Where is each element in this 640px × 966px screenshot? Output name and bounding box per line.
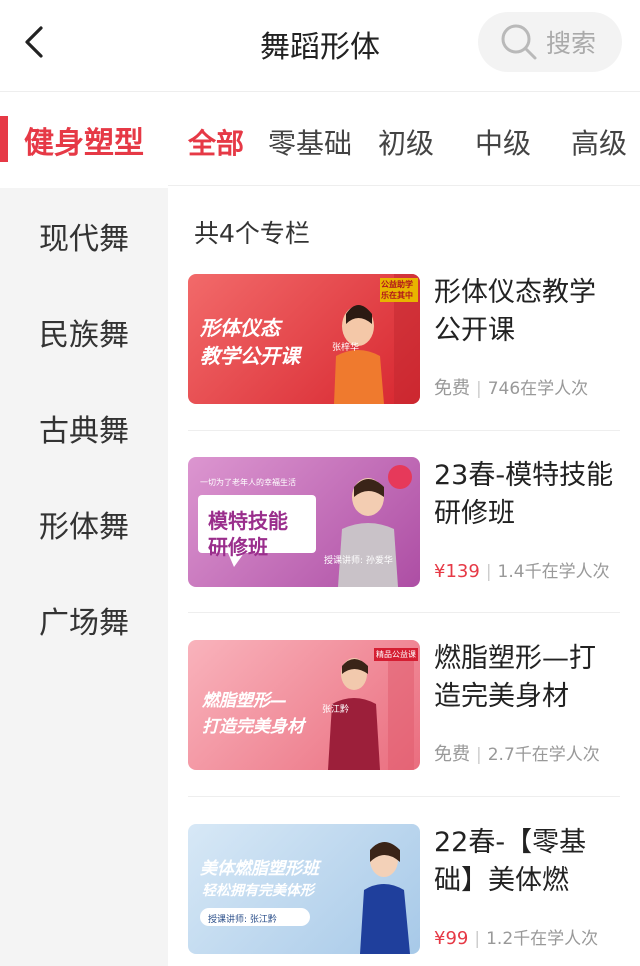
divider <box>188 796 620 797</box>
tab-advanced[interactable]: 高级 <box>571 122 627 162</box>
search-label: 搜索 <box>546 29 597 58</box>
thumbnail-title-1: 模特技能 <box>208 509 288 533</box>
sidebar-item-body[interactable]: 形体舞 <box>0 476 168 572</box>
sidebar-item-label: 健身塑型 <box>24 126 144 161</box>
category-sidebar: 健身塑型 现代舞 民族舞 古典舞 形体舞 广场舞 <box>0 92 168 966</box>
course-price: 免费 <box>434 378 470 399</box>
course-meta: 免费 | 2.7千在学人次 <box>434 744 600 765</box>
course-meta: ¥139 | 1.4千在学人次 <box>434 561 610 582</box>
thumbnail-title-1: 燃脂塑形— <box>202 691 287 711</box>
thumbnail-title-2: 研修班 <box>208 535 268 559</box>
course-meta: 免费 | 746在学人次 <box>434 378 589 399</box>
header-bar: 舞蹈形体 搜索 <box>0 0 640 92</box>
sidebar-item-ethnic[interactable]: 民族舞 <box>0 284 168 380</box>
tab-beginner-zero[interactable]: 零基础 <box>268 122 352 162</box>
sidebar-item-label: 形体舞 <box>39 510 129 545</box>
teacher-name: 授课讲师: 孙爱华 <box>324 556 393 566</box>
course-thumbnail: 形体仪态 教学公开课 公益助学 乐在其中 张梓华 <box>188 274 420 404</box>
sidebar-item-label: 民族舞 <box>39 318 129 353</box>
course-thumbnail: 燃脂塑形— 打造完美身材 精品公益课 张江黔 <box>188 640 420 770</box>
course-title: 燃脂塑形—打造完美身材 <box>434 643 596 712</box>
course-learners: 1.2千在学人次 <box>486 929 599 949</box>
course-price: ¥99 <box>434 928 469 949</box>
sidebar-item-label: 古典舞 <box>39 414 129 449</box>
tab-elementary[interactable]: 初级 <box>378 122 434 162</box>
thumbnail-title-1: 形体仪态 <box>200 316 280 340</box>
badge: 公益助学 乐在其中 <box>380 278 418 302</box>
course-title: 23春-模特技能研修班 <box>434 460 614 529</box>
tab-all[interactable]: 全部 <box>188 122 244 162</box>
course-card[interactable]: 一切为了老年人的幸福生活 模特技能 研修班 授课讲师: 孙爱华 23春-模特技能… <box>188 457 620 617</box>
course-learners: 746在学人次 <box>487 379 589 399</box>
sidebar-item-square[interactable]: 广场舞 <box>0 572 168 668</box>
teacher-name: 张梓华 <box>332 343 360 353</box>
course-price: ¥139 <box>434 561 480 582</box>
sidebar-item-fitness[interactable]: 健身塑型 <box>0 92 168 188</box>
thumbnail-title-2: 轻松拥有完美体形 <box>202 883 314 899</box>
course-meta: ¥99 | 1.2千在学人次 <box>434 928 599 949</box>
badge: 精品公益课 <box>374 648 418 661</box>
sidebar-item-classical[interactable]: 古典舞 <box>0 380 168 476</box>
course-learners: 2.7千在学人次 <box>487 745 600 765</box>
teacher-name: 张江黔 <box>322 705 350 715</box>
course-title: 22春-【零基础】美体燃脂... <box>434 827 587 896</box>
thumbnail-tagline: 一切为了老年人的幸福生活 <box>200 478 296 487</box>
course-card[interactable]: 形体仪态 教学公开课 公益助学 乐在其中 张梓华 形体仪态教学公开课 免费 | 74… <box>188 274 620 434</box>
search-icon <box>501 24 537 60</box>
sidebar-item-label: 广场舞 <box>39 606 129 641</box>
tab-intermediate[interactable]: 中级 <box>475 122 531 162</box>
column-count: 共4个专栏 <box>194 219 310 248</box>
sidebar-item-label: 现代舞 <box>39 222 129 257</box>
thumbnail-title-1: 美体燃脂塑形班 <box>200 859 319 879</box>
sidebar-item-modern[interactable]: 现代舞 <box>0 188 168 284</box>
course-learners: 1.4千在学人次 <box>497 562 610 582</box>
course-price: 免费 <box>434 744 470 765</box>
level-tabs: 全部 零基础 初级 中级 高级 <box>168 92 640 186</box>
thumbnail-title-2: 教学公开课 <box>200 344 300 368</box>
thumbnail-title-2: 打造完美身材 <box>202 717 304 737</box>
teacher-name: 授课讲师: 张江黔 <box>208 915 277 925</box>
divider <box>188 612 620 613</box>
course-card[interactable]: 燃脂塑形— 打造完美身材 精品公益课 张江黔 燃脂塑形—打造完美身材 免费 | 2.… <box>188 640 620 800</box>
course-thumbnail: 美体燃脂塑形班 轻松拥有完美体形 授课讲师: 张江黔 <box>188 824 420 954</box>
course-title: 形体仪态教学公开课 <box>434 277 596 346</box>
search-button[interactable]: 搜索 <box>478 12 622 72</box>
active-indicator <box>0 116 8 162</box>
course-thumbnail: 一切为了老年人的幸福生活 模特技能 研修班 授课讲师: 孙爱华 <box>188 457 420 587</box>
course-card[interactable]: 美体燃脂塑形班 轻松拥有完美体形 授课讲师: 张江黔 22春-【零基础】美体燃脂… <box>188 824 620 966</box>
divider <box>188 430 620 431</box>
